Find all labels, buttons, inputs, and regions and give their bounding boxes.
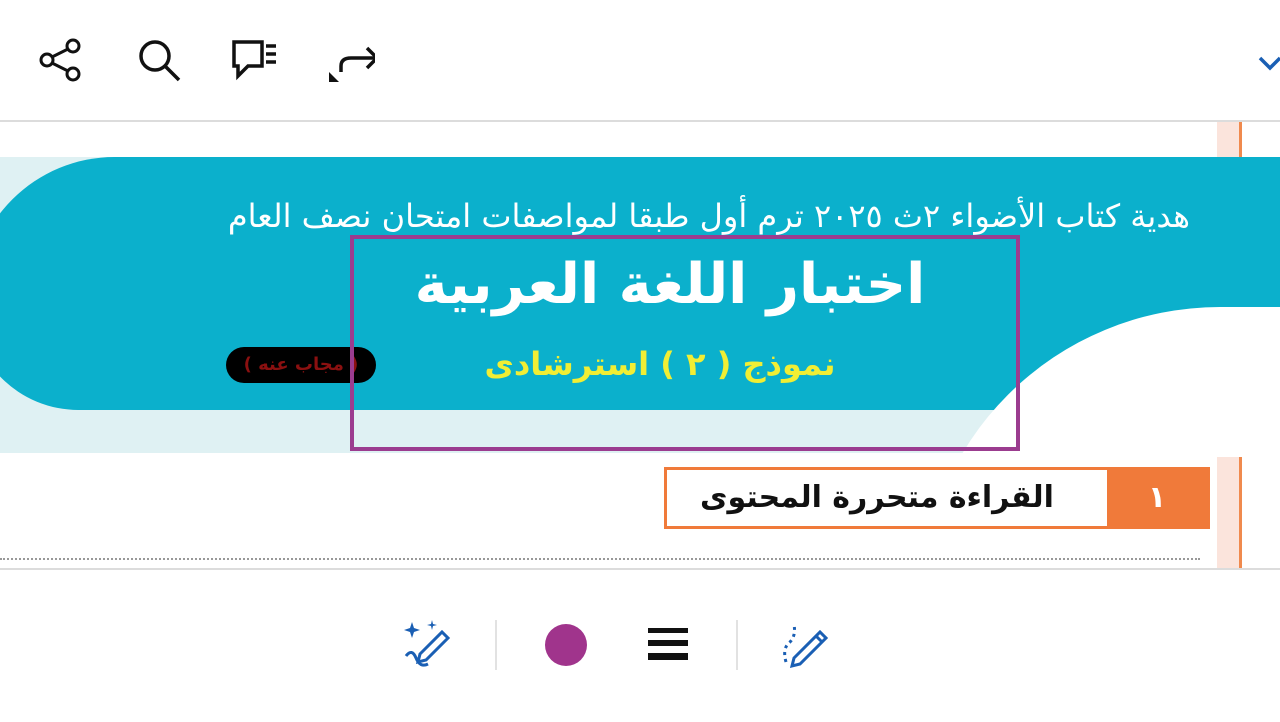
- chevron-down-icon[interactable]: [1258, 50, 1280, 76]
- page-top-margin: [0, 122, 1280, 157]
- section-number: ١: [1107, 470, 1207, 526]
- document-page[interactable]: هدية كتاب الأضواء ٢ث ٢٠٢٥ ترم أول طبقا ل…: [0, 122, 1280, 568]
- section-header: ١ القراءة متحررة المحتوى: [664, 467, 1210, 529]
- banner-subtitle: هدية كتاب الأضواء ٢ث ٢٠٢٥ ترم أول طبقا ل…: [227, 197, 1190, 235]
- magic-pen-icon[interactable]: [402, 618, 454, 670]
- toolbar-divider: [495, 620, 497, 670]
- toolbar-divider: [736, 620, 738, 670]
- page-side-rule-lower: [1217, 457, 1242, 568]
- stroke-width-icon[interactable]: [642, 618, 694, 670]
- section-title: القراءة متحررة المحتوى: [700, 480, 1054, 515]
- drawing-toolbar: [0, 568, 1280, 722]
- share-icon[interactable]: [37, 36, 85, 84]
- cut-off-text-line: [0, 558, 1200, 568]
- color-picker-button[interactable]: [545, 624, 587, 666]
- drawn-highlight-rectangle[interactable]: [350, 235, 1020, 451]
- redo-icon[interactable]: [327, 36, 380, 84]
- search-icon[interactable]: [135, 36, 183, 84]
- top-toolbar: [0, 0, 1280, 122]
- comments-icon[interactable]: [230, 36, 278, 84]
- page-side-rule: [1217, 122, 1242, 157]
- pen-icon[interactable]: [780, 618, 832, 670]
